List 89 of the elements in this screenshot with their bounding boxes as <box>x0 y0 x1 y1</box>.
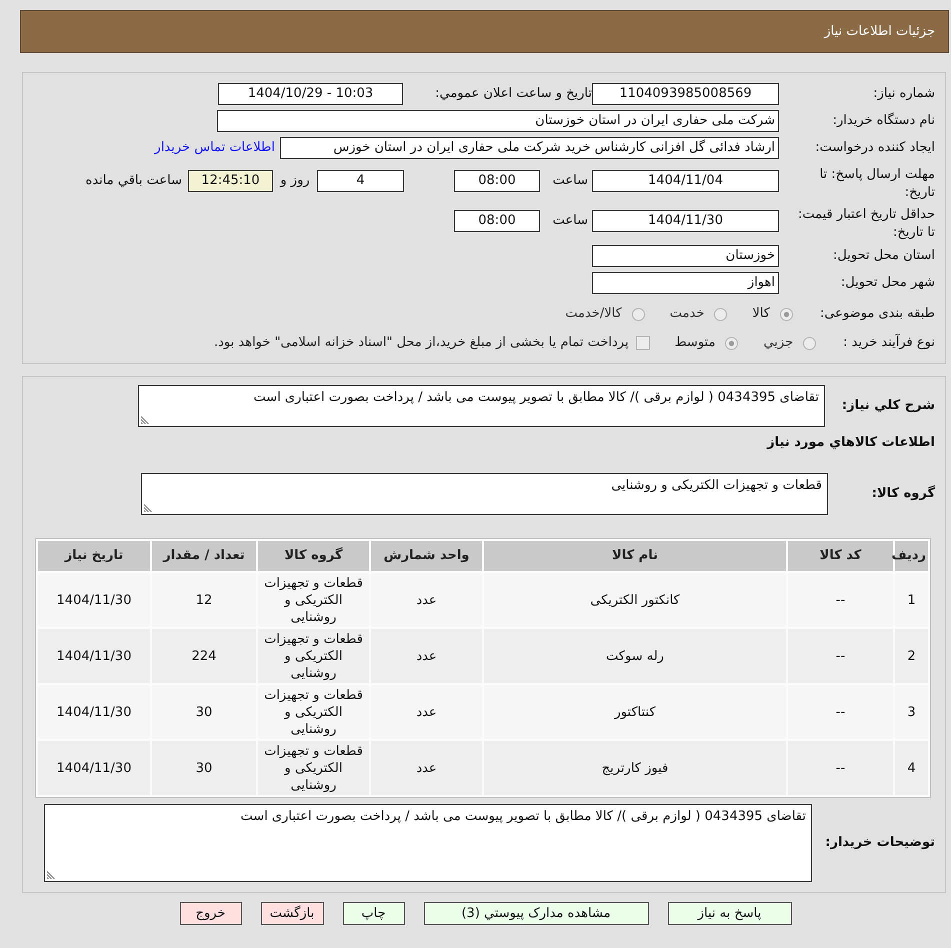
table-cell: کنتاکتور <box>484 685 786 739</box>
column-header: نام کالا <box>484 541 786 571</box>
column-header: تاریخ نیاز <box>38 541 150 571</box>
field-label: استان محل تحویل: <box>833 248 935 264</box>
table-cell: 4 <box>895 741 928 795</box>
field-label: شماره نیاز: <box>873 86 935 102</box>
announcement-date-field[interactable]: 1404/10/29 - 10:03 <box>218 83 403 105</box>
table-cell: فیوز کارتریج <box>484 741 786 795</box>
time-field[interactable]: 08:00 <box>454 210 540 232</box>
column-header: کد کالا <box>788 541 893 571</box>
radio-button[interactable] <box>714 308 728 320</box>
table-cell: 12 <box>152 573 256 627</box>
option-label: خدمت <box>670 305 704 324</box>
goods-group-field[interactable]: قطعات و تجهیزات الکتریکی و روشنایی <box>141 473 828 515</box>
table-cell: قطعات و تجهیزات الکتریکی و روشنایی <box>258 685 369 739</box>
field-label: ساعت <box>552 172 588 190</box>
buyer-organization-field[interactable]: شرکت ملی حفاری ایران در استان خوزستان <box>217 110 779 132</box>
date-field[interactable]: 1404/11/04 <box>592 170 779 192</box>
table-cell: کانکتور الکتریکی <box>484 573 786 627</box>
requester-field[interactable]: ارشاد فدائی گل افزانی کارشناس خرید شرکت ملی حفاری ایران در استان خوزس <box>280 137 779 159</box>
table-cell: -- <box>788 741 893 795</box>
action-button[interactable]: بازگشت <box>260 902 324 925</box>
resize-grip-icon[interactable] <box>141 416 149 424</box>
field-label: گروه کالا: <box>872 486 935 502</box>
resize-grip-icon[interactable] <box>47 871 55 879</box>
field-label: ایجاد کننده درخواست: <box>815 140 935 156</box>
date-field[interactable]: 1404/11/30 <box>592 210 779 232</box>
table-cell: -- <box>788 629 893 683</box>
description-field[interactable]: تقاضای 0434395 ( لوازم برقی )/ کالا مطابق با تصویر پیوست می باشد / پرداخت بصورت اعتباری است <box>138 385 825 427</box>
checkbox-label: پرداخت تمام یا بخشی از مبلغ خرید،از محل "اسناد خزانه اسلامی" خواهد بود. <box>214 334 629 352</box>
action-button[interactable]: پاسخ به نیاز <box>668 902 792 925</box>
column-header: گروه کالا <box>258 541 369 571</box>
column-header: واحد شمارش <box>371 541 482 571</box>
days-field[interactable]: 4 <box>317 170 404 192</box>
page-title: جزئیات اطلاعات نیاز <box>824 22 935 41</box>
option-label: متوسط <box>674 334 716 352</box>
table-cell: 30 <box>152 685 256 739</box>
field-label: روز و <box>280 172 310 190</box>
action-button[interactable]: خروج <box>180 902 242 925</box>
field-label: شهر محل تحویل: <box>840 275 935 290</box>
radio-button[interactable] <box>780 308 793 320</box>
section-heading: اطلاعات کالاهاي مورد نياز <box>767 434 935 452</box>
table-cell: 1404/11/30 <box>38 741 150 795</box>
table-cell: عدد <box>371 573 482 627</box>
action-button[interactable]: مشاهده مدارک پيوستي (3) <box>424 902 648 925</box>
city-field[interactable]: اهواز <box>592 272 779 294</box>
action-button[interactable]: چاپ <box>342 902 404 925</box>
option-label: جزيي <box>763 334 794 352</box>
option-label: کالا <box>752 305 770 324</box>
table-cell: 3 <box>895 685 928 739</box>
resize-grip-icon[interactable] <box>144 504 152 512</box>
table-cell: -- <box>788 685 893 739</box>
time-field[interactable]: 08:00 <box>454 170 540 192</box>
table-cell: 1404/11/30 <box>38 629 150 683</box>
radio-button[interactable] <box>803 336 816 350</box>
table-cell: 30 <box>152 741 256 795</box>
table-cell: قطعات و تجهیزات الکتریکی و روشنایی <box>258 573 369 627</box>
field-label: تاریخ و ساعت اعلان عمومي: <box>435 86 592 102</box>
field-label: ساعت باقي مانده <box>86 172 182 190</box>
table-cell: 224 <box>152 629 256 683</box>
table-cell: 1404/11/30 <box>38 573 150 627</box>
field-label: ساعت <box>552 212 588 230</box>
field-label: توضیحات خریدار: <box>825 835 935 850</box>
field-label: طبقه بندی موضوعی: <box>820 305 935 324</box>
radio-button[interactable] <box>725 336 738 350</box>
contact-info-link[interactable]: اطلاعات تماس خریدار <box>154 138 275 158</box>
checkbox[interactable] <box>636 336 650 350</box>
table-cell: عدد <box>371 629 482 683</box>
field-label: مهلت ارسال پاسخ: تا تاریخ: <box>820 167 935 200</box>
option-label: کالا/خدمت <box>565 305 622 324</box>
table-cell: 1404/11/30 <box>38 685 150 739</box>
field-label: نوع فرآیند خرید : <box>843 333 935 352</box>
field-label: حداقل تاریخ اعتبار قیمت: تا تاریخ: <box>798 207 935 240</box>
need-number-field[interactable]: 1104093985008569 <box>592 83 779 105</box>
field-label: شرح کلي نياز: <box>842 398 935 414</box>
radio-button[interactable] <box>632 308 645 320</box>
field-label: نام دستگاه خریدار: <box>832 113 935 128</box>
table-cell: 2 <box>895 629 928 683</box>
province-field[interactable]: خوزستان <box>592 245 779 267</box>
table-cell: عدد <box>371 685 482 739</box>
table-cell: قطعات و تجهیزات الکتریکی و روشنایی <box>258 741 369 795</box>
table-cell: عدد <box>371 741 482 795</box>
column-header: تعداد / مقدار <box>152 541 256 571</box>
table-cell: رله سوکت <box>484 629 786 683</box>
table-cell: 1 <box>895 573 928 627</box>
table-cell: -- <box>788 573 893 627</box>
table-cell: قطعات و تجهیزات الکتریکی و روشنایی <box>258 629 369 683</box>
buyer-notes-field[interactable]: تقاضای 0434395 ( لوازم برقی )/ کالا مطابق با تصویر پیوست می باشد / پرداخت بصورت اعتباری است <box>44 804 812 882</box>
remaining-time-field[interactable]: 12:45:10 <box>188 170 273 192</box>
